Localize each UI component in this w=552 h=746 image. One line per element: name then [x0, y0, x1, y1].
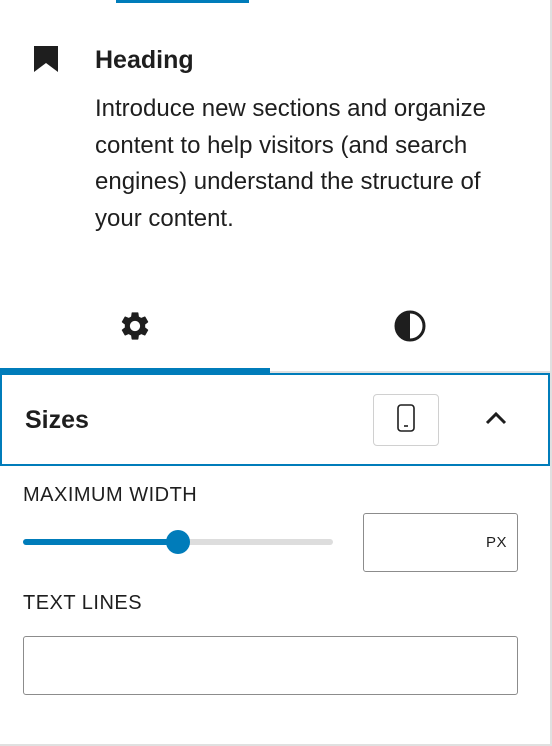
tab-styles[interactable]	[270, 284, 550, 372]
maximum-width-slider[interactable]	[23, 530, 333, 554]
tab-settings[interactable]	[0, 284, 270, 372]
block-inspector-panel: Heading Introduce new sections and organ…	[0, 0, 552, 746]
text-lines-label: TEXT LINES	[23, 592, 143, 614]
mobile-device-icon	[397, 403, 415, 437]
text-lines-input[interactable]	[23, 636, 518, 695]
maximum-width-input[interactable]	[372, 522, 476, 564]
collapse-panel-button[interactable]	[476, 405, 516, 435]
sizes-panel-title: Sizes	[25, 406, 89, 434]
inspector-tabs	[0, 284, 550, 372]
maximum-width-field[interactable]: PX	[363, 513, 518, 572]
block-title: Heading	[95, 46, 194, 74]
slider-thumb[interactable]	[166, 530, 190, 554]
gear-icon	[118, 309, 152, 348]
slider-fill	[23, 539, 178, 545]
unit-label: PX	[485, 534, 507, 551]
block-card: Heading Introduce new sections and organ…	[0, 0, 550, 270]
chevron-up-icon	[485, 411, 507, 430]
half-circle-contrast-icon	[393, 309, 427, 348]
device-preview-button[interactable]	[373, 394, 439, 446]
maximum-width-label: MAXIMUM WIDTH	[23, 484, 198, 506]
bookmark-icon	[34, 46, 58, 72]
sizes-panel-header[interactable]: Sizes	[0, 373, 550, 466]
block-description: Introduce new sections and organize cont…	[95, 95, 486, 232]
